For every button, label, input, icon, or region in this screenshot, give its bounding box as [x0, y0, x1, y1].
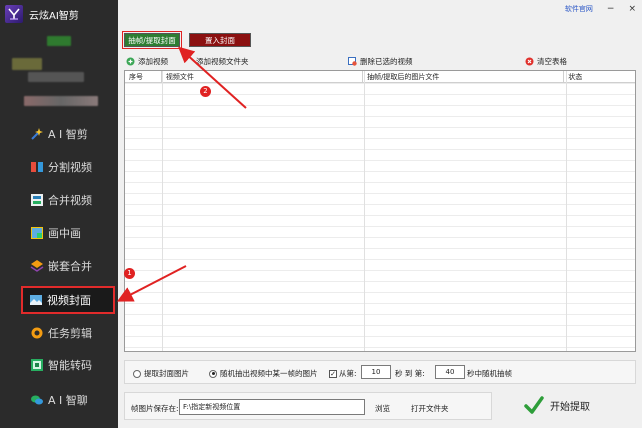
account-blur — [24, 96, 98, 106]
sidebar-item-ai-chat[interactable]: A I 智聊 — [0, 385, 118, 415]
column-header-status[interactable]: 状态 — [564, 71, 635, 83]
table-header: 序号 视频文件 抽帧/提取后的图片文件 状态 — [125, 71, 635, 83]
radio-extract-cover[interactable] — [133, 369, 141, 378]
highlight-box-extract-tab — [122, 31, 182, 49]
add-folder-button[interactable]: 添加视频文件夹 — [196, 56, 249, 67]
table-rows — [125, 83, 635, 351]
main-panel: 软件官网 − × 抽帧/提取封面 置入封面 添加视频 添加视频文件夹 删除已选的… — [118, 0, 642, 428]
task-edit-icon — [30, 326, 44, 340]
random-suffix-label: 秒中随机抽帧 — [467, 369, 512, 378]
sidebar-item-video-cover[interactable]: 视频封面 — [21, 286, 115, 314]
sidebar: 云炫AI智剪 A I 智剪 分割视频 合并视频 画中画 嵌套合并 视频封面 任务… — [0, 0, 118, 428]
add-video-button[interactable]: 添加视频 — [126, 56, 168, 67]
column-divider — [162, 71, 163, 351]
sidebar-item-ai-cut[interactable]: A I 智剪 — [0, 119, 118, 149]
save-location-label: 帧图片保存在: — [131, 404, 179, 413]
checkmark-icon — [524, 396, 544, 414]
annotation-badge-2: 2 — [200, 86, 211, 97]
app-title: 云炫AI智剪 — [29, 10, 79, 22]
column-divider — [364, 71, 365, 351]
app-header: 云炫AI智剪 — [0, 0, 118, 28]
open-folder-button[interactable]: 打开文件夹 — [411, 403, 449, 414]
sidebar-item-picture-in-picture[interactable]: 画中画 — [0, 218, 118, 248]
account-blur — [12, 58, 42, 70]
add-icon — [126, 57, 135, 66]
close-button[interactable]: × — [628, 4, 636, 14]
picture-in-picture-icon — [30, 226, 44, 240]
video-cover-icon — [29, 293, 43, 307]
clear-table-button[interactable]: 清空表格 — [525, 56, 567, 67]
sidebar-item-label: 任务剪辑 — [48, 327, 92, 340]
sidebar-item-label: 分割视频 — [48, 161, 92, 174]
ai-chat-icon — [30, 393, 44, 407]
sidebar-item-label: 画中画 — [48, 227, 81, 240]
sidebar-item-label: 视频封面 — [47, 294, 91, 307]
from-checkbox-option[interactable]: ✓ 从第: — [329, 368, 357, 379]
sidebar-item-label: A I 智聊 — [48, 394, 88, 407]
account-blur — [47, 36, 71, 46]
sidebar-item-merge-video[interactable]: 合并视频 — [0, 185, 118, 215]
sidebar-item-label: 嵌套合并 — [48, 260, 92, 273]
browse-button[interactable]: 浏览 — [375, 403, 390, 414]
minimize-button[interactable]: − — [607, 4, 615, 14]
seconds-to-label: 秒 到 第: — [395, 369, 425, 378]
ai-cut-icon — [30, 127, 44, 141]
save-bar: 帧图片保存在: F:\指定新视频位置 浏览 打开文件夹 — [124, 392, 492, 420]
column-header-output-file[interactable]: 抽帧/提取后的图片文件 — [363, 71, 565, 83]
account-blur — [28, 72, 84, 82]
extract-cover-option[interactable]: 提取封面图片 — [133, 368, 189, 379]
sidebar-item-task-edit[interactable]: 任务剪辑 — [0, 318, 118, 348]
delete-list-icon — [348, 57, 357, 66]
from-checkbox[interactable]: ✓ — [329, 369, 337, 378]
sidebar-item-label: 智能转码 — [48, 359, 92, 372]
delete-selected-button[interactable]: 删除已选的视频 — [348, 56, 413, 67]
annotation-badge-1: 1 — [124, 268, 135, 279]
radio-random-frame[interactable] — [209, 369, 217, 378]
sidebar-item-label: 合并视频 — [48, 194, 92, 207]
app-logo-icon — [5, 5, 23, 23]
split-video-icon — [30, 160, 44, 174]
column-header-index[interactable]: 序号 — [125, 71, 162, 83]
to-seconds-input[interactable]: 40 — [435, 365, 465, 379]
website-link[interactable]: 软件官网 — [565, 4, 593, 14]
from-seconds-input[interactable]: 10 — [361, 365, 391, 379]
column-header-video-file[interactable]: 视频文件 — [162, 71, 364, 83]
sidebar-item-split-video[interactable]: 分割视频 — [0, 152, 118, 182]
column-divider — [566, 71, 567, 351]
random-frame-option[interactable]: 随机抽出视频中某一帧的图片 — [209, 368, 318, 379]
sidebar-item-smart-transcode[interactable]: 智能转码 — [0, 350, 118, 380]
sidebar-item-label: A I 智剪 — [48, 128, 88, 141]
options-bar: 提取封面图片 随机抽出视频中某一帧的图片 ✓ 从第: 10 秒 到 第: 40 … — [124, 360, 636, 384]
smart-transcode-icon — [30, 358, 44, 372]
save-path-input[interactable]: F:\指定新视频位置 — [179, 399, 365, 415]
nest-merge-icon — [30, 259, 44, 273]
sidebar-item-nest-merge[interactable]: 嵌套合并 — [0, 251, 118, 281]
merge-video-icon — [30, 193, 44, 207]
clear-icon — [525, 57, 534, 66]
tab-import-cover[interactable]: 置入封面 — [189, 33, 251, 47]
file-table[interactable]: 序号 视频文件 抽帧/提取后的图片文件 状态 — [124, 70, 636, 352]
start-extract-button[interactable]: 开始提取 — [522, 391, 608, 419]
titlebar: 软件官网 − × — [565, 4, 636, 14]
